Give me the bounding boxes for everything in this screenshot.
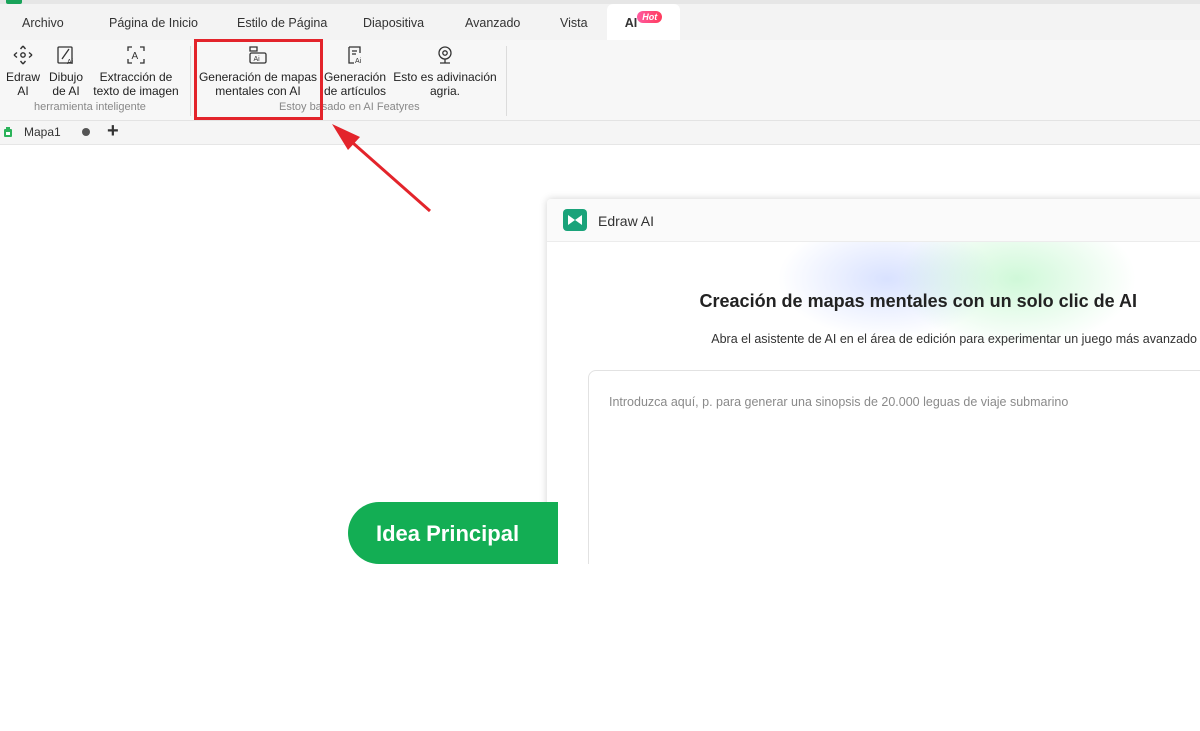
panel-header: Edraw AI [547,199,1200,242]
prompt-placeholder: Introduzca aquí, p. para generar una sin… [609,395,1069,409]
panel-heading: Creación de mapas mentales con un solo c… [699,291,1137,311]
edraw-logo-icon [563,209,587,231]
panel-subtitle: Abra el asistente de AI en el área de ed… [711,332,1197,346]
blank-area [0,564,1200,731]
prompt-input[interactable]: Introduzca aquí, p. para generar una sin… [588,370,1200,564]
central-topic-label: Idea Principal [376,521,520,546]
edraw-ai-panel: Edraw AI Creación de mapas mentales con … [547,199,1200,564]
panel-title: Edraw AI [598,213,655,229]
central-topic-node[interactable]: Idea Principal [348,502,558,564]
